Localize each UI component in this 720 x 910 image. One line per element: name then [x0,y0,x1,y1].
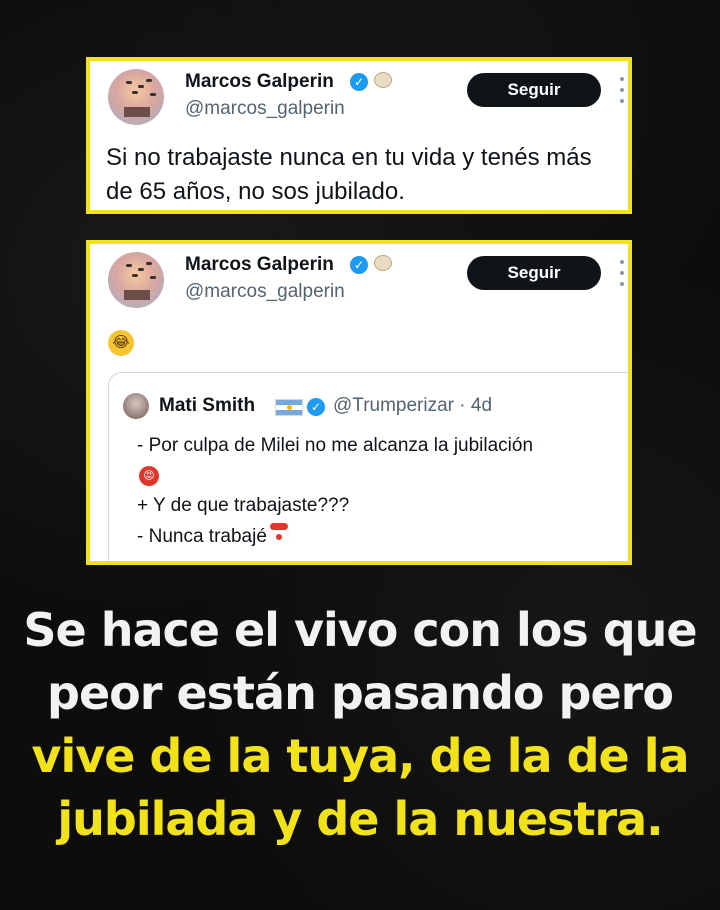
author-handle[interactable]: @marcos_galperin [185,281,345,303]
medal-icon [374,255,392,271]
quoted-tweet[interactable]: Mati Smith ✓ @Trumperizar · 4d - Por cul… [108,372,628,561]
follow-button[interactable]: Seguir [467,73,601,107]
argentina-flag-icon [275,399,303,416]
author-name[interactable]: Marcos Galperin [185,254,334,276]
headline-line-3: vive de la tuya, de la de la [31,729,689,783]
author-name[interactable]: Marcos Galperin [185,71,334,93]
headline-line-2: peor están pasando pero [47,666,674,720]
quoted-text-line-last: - Nunca trabajé [137,523,289,548]
quoted-text-span: - Nunca trabajé [137,526,267,547]
headline-line-1: Se hace el vivo con los que [23,603,697,657]
avatar[interactable] [108,69,164,125]
headline-line-4: jubilada y de la nuestra. [57,792,663,846]
follow-button[interactable]: Seguir [467,256,601,290]
medal-icon [374,72,392,88]
clown-face-emoji-icon [268,523,289,545]
laughing-tears-emoji-icon: 😂 [108,330,134,356]
quoted-author-name[interactable]: Mati Smith [159,395,255,417]
avatar[interactable] [108,252,164,308]
quoted-text-line: - Por culpa de Milei no me alcanza la ju… [137,435,534,456]
tweet-text: Si no trabajaste nunca en tu vida y tené… [106,144,592,205]
author-handle[interactable]: @marcos_galperin [185,98,345,120]
tweet-card-1: Marcos Galperin ✓ @marcos_galperin Segui… [86,57,632,214]
quoted-avatar[interactable] [123,393,149,419]
angry-face-emoji-icon: 😡 [139,466,159,486]
quoted-handle-timestamp[interactable]: @Trumperizar · 4d [333,395,492,417]
more-options-icon[interactable] [618,260,626,286]
tweet-card-2: Marcos Galperin ✓ @marcos_galperin Segui… [86,240,632,565]
more-options-icon[interactable] [618,77,626,103]
quoted-text-line: + Y de que trabajaste??? [137,495,350,516]
verified-badge-icon: ✓ [307,398,325,416]
verified-badge-icon: ✓ [350,256,368,274]
verified-badge-icon: ✓ [350,73,368,91]
